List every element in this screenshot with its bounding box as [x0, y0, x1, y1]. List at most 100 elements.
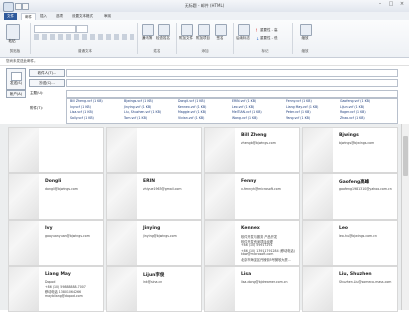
attachment-item[interactable]: Maggie.vcf (1 KB): [178, 110, 206, 114]
attachment-item[interactable]: ERIN.vcf (1 KB): [232, 99, 256, 103]
contact-card[interactable]: Bjwings bjwings@bjwings.com: [302, 127, 398, 173]
contact-card[interactable]: Lijun李俊 lnk@sina.cn: [106, 266, 202, 312]
attachment-item[interactable]: Liang May.vcf (1 KB): [286, 105, 318, 109]
attachment-item[interactable]: Roger.vcf (1 KB): [340, 110, 366, 114]
contact-name: Jinying: [143, 226, 161, 231]
contact-card[interactable]: [106, 127, 202, 173]
contact-card[interactable]: Liu, Shuzhen Shuzhen.Liu@someco-mass.com: [302, 266, 398, 312]
contact-card[interactable]: Gaofeng高峰 gaofeng1981310@yahoo.com.cn: [302, 173, 398, 220]
vertical-scrollbar[interactable]: [401, 124, 409, 310]
card-image: [107, 174, 137, 219]
close-button[interactable]: ×: [397, 1, 407, 8]
contact-card[interactable]: Bill Zheng zhengb@bjwings.com: [204, 127, 300, 173]
check-names-icon[interactable]: [158, 24, 170, 36]
zoom-icon[interactable]: [300, 24, 312, 36]
card-image: [9, 128, 39, 172]
attachment-item[interactable]: Vivian.vcf (1 KB): [178, 116, 204, 120]
attachment-item[interactable]: Kennex.vcf (1 KB): [178, 105, 206, 109]
address-book-icon[interactable]: [142, 24, 154, 36]
low-importance-icon[interactable]: ↓: [256, 36, 259, 41]
names-group-label: 姓名: [153, 49, 161, 53]
attachment-item[interactable]: Zhao.vcf (1 KB): [340, 116, 365, 120]
tab-file[interactable]: 文件: [4, 13, 17, 20]
signature-icon[interactable]: [215, 24, 227, 36]
contact-name: Bjwings: [339, 133, 359, 138]
card-image: [303, 267, 333, 311]
paste-icon[interactable]: [6, 24, 20, 40]
attach-file-icon[interactable]: [181, 24, 193, 36]
tab-insert[interactable]: 插入: [40, 13, 47, 20]
attachment-item[interactable]: Lisa.vcf (1 KB): [70, 110, 93, 114]
contact-card[interactable]: Dongli dongli@bjwings.com: [8, 173, 104, 220]
check-names-label[interactable]: 检查姓名: [154, 36, 172, 41]
attachment-item[interactable]: Lijun.vcf (1 KB): [340, 105, 364, 109]
send-icon: [11, 72, 22, 81]
card-image: [205, 267, 235, 311]
tab-review[interactable]: 审阅: [104, 13, 111, 20]
attach-file-label[interactable]: 附加文件: [177, 36, 195, 41]
subject-input[interactable]: [66, 90, 398, 98]
contact-name: Ivy: [45, 226, 53, 231]
font-name-select[interactable]: [34, 25, 76, 33]
tab-format-text[interactable]: 设置文本格式: [72, 13, 93, 20]
group-divider: [292, 23, 293, 54]
attachment-item[interactable]: Yang.vcf (1 KB): [286, 116, 310, 120]
contact-detail: lnk@sina.cn: [143, 280, 163, 284]
minimize-button[interactable]: –: [375, 1, 385, 8]
follow-up-label[interactable]: 后续标志: [234, 36, 252, 41]
attachment-item[interactable]: MeiTIAN.vcf (1 KB): [232, 110, 262, 114]
contact-card[interactable]: Lisa lisa-dong@bjdreamer.com.cn: [204, 266, 300, 312]
contact-card[interactable]: Kennex 软件开发与服务 产品开发 软件开发资深项目经理 +86 (10) 599…: [204, 220, 300, 266]
send-button[interactable]: 发送(S): [6, 68, 26, 90]
include-group-label: 添加: [201, 49, 209, 53]
attachment-item[interactable]: Gaofeng.vcf (1 KB): [340, 99, 370, 103]
attachment-item[interactable]: Fenny.vcf (1 KB): [286, 99, 312, 103]
contact-name: Lisa: [241, 272, 252, 277]
attachment-item[interactable]: Ivy.vcf (1 KB): [70, 105, 91, 109]
contact-name: Lijun李俊: [143, 273, 165, 278]
signature-label[interactable]: 签名: [211, 36, 229, 41]
contact-card[interactable]: Ivy gaoyuanyuan@bjwings.com: [8, 220, 104, 266]
contact-card[interactable]: ERIN zhiyue1963@gmail.com: [106, 173, 202, 220]
text-format-buttons[interactable]: [34, 34, 134, 40]
account-button[interactable]: 帐户(A): [6, 90, 26, 98]
high-importance-label[interactable]: 重要性 - 高: [260, 28, 278, 33]
card-image: [303, 128, 333, 172]
attachment-item[interactable]: Bill Zheng.vcf (1 KB): [70, 99, 103, 103]
attachment-item[interactable]: Bjwings.vcf (1 KB): [124, 99, 153, 103]
group-divider: [30, 23, 31, 54]
attachment-item[interactable]: Dongli.vcf (1 KB): [178, 99, 205, 103]
contact-card[interactable]: Leo leo-hu@bjwings.com.cn: [302, 220, 398, 266]
attachment-item[interactable]: Jinying.vcf (1 KB): [124, 105, 151, 109]
attachment-item[interactable]: Peter.vcf (1 KB): [286, 110, 311, 114]
high-importance-icon[interactable]: !: [256, 28, 258, 33]
attachment-item[interactable]: Liu, Shuzhen.vcf (1 KB): [124, 110, 161, 114]
contact-card[interactable]: Fenny v-fennyh@microsoft.com: [204, 173, 300, 220]
contact-detail: v-fennyh@microsoft.com: [241, 187, 281, 191]
maximize-button[interactable]: □: [386, 1, 396, 8]
to-input[interactable]: [66, 69, 398, 77]
contact-card[interactable]: Liang May Dopod +86 (10) 59888888-7007 移动电话…: [8, 266, 104, 312]
contact-detail: Dopod: [45, 280, 56, 284]
tab-options[interactable]: 选项: [56, 13, 63, 20]
attachment-item[interactable]: Sally.vcf (1 KB): [70, 116, 94, 120]
scrollbar-thumb[interactable]: [403, 136, 408, 176]
card-image: [9, 174, 39, 219]
basic-text-group-label: 普通文本: [78, 49, 92, 53]
low-importance-label[interactable]: 重要性 - 低: [260, 36, 278, 41]
font-size-select[interactable]: [76, 25, 88, 33]
cc-button[interactable]: 抄送(C)...: [29, 79, 65, 87]
cc-input[interactable]: [66, 79, 398, 87]
contact-card[interactable]: Jinying jinying@bjwings.com: [106, 220, 202, 266]
attachment-item[interactable]: Wang.vcf (1 KB): [232, 116, 258, 120]
contact-detail: jinying@bjwings.com: [143, 234, 177, 238]
contact-card[interactable]: [8, 127, 104, 173]
zoom-label[interactable]: 缩放: [296, 36, 314, 41]
attach-item-label[interactable]: 附加项目: [194, 36, 212, 41]
card-image: [107, 221, 137, 265]
follow-up-flag-icon[interactable]: [238, 24, 250, 36]
attachment-item[interactable]: Tom.vcf (1 KB): [124, 116, 147, 120]
attachment-item[interactable]: Leo.vcf (1 KB): [232, 105, 254, 109]
attach-item-icon[interactable]: [198, 24, 210, 36]
to-button[interactable]: 收件人(T)...: [29, 69, 65, 77]
